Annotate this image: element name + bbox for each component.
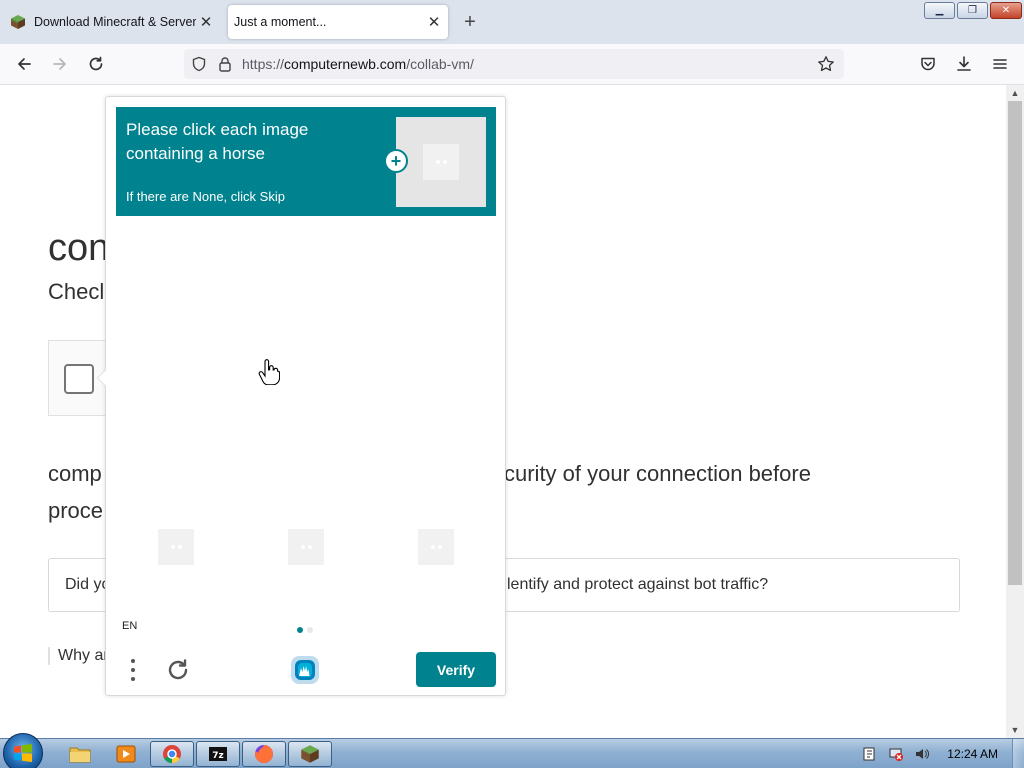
taskbar-clock[interactable]: 12:24 AM [947, 747, 998, 761]
pocket-icon[interactable] [914, 50, 942, 78]
scroll-up-arrow-icon[interactable]: ▲ [1006, 85, 1024, 101]
menu-kebab-icon[interactable] [124, 653, 142, 687]
refresh-challenge-icon[interactable] [163, 653, 193, 687]
paragraph-left-line-1: comp [48, 461, 102, 486]
tab-close-icon[interactable]: ✕ [196, 12, 216, 32]
navigation-toolbar: https://computernewb.com/collab-vm/ [0, 44, 1024, 85]
why-am-i-seeing-link[interactable]: Why ar [48, 647, 109, 665]
url-path: /collab-vm/ [406, 56, 474, 72]
faq-text-right: lentify and protect against bot traffic? [507, 576, 769, 593]
7zip-icon[interactable]: 7z [196, 741, 240, 767]
verify-button[interactable]: Verify [416, 652, 496, 687]
expand-plus-icon[interactable]: + [384, 149, 408, 173]
hcaptcha-challenge: Please click each image containing a hor… [97, 96, 506, 696]
tab-download-minecraft[interactable]: Download Minecraft & Server Software ✕ [4, 5, 220, 39]
loading-placeholder [423, 144, 459, 180]
system-tray: 12:24 AM [861, 739, 1024, 768]
human-verification-checkbox[interactable] [64, 364, 94, 394]
lock-icon[interactable] [218, 56, 232, 72]
faq-text-left: Did yo [65, 576, 111, 593]
tab-close-icon[interactable]: ✕ [424, 12, 444, 32]
menu-icon[interactable] [986, 50, 1014, 78]
image-tile-1[interactable] [158, 529, 194, 565]
close-window-button[interactable]: ✕ [990, 2, 1022, 19]
new-tab-plus-icon[interactable]: + [458, 10, 482, 34]
url-bar[interactable]: https://computernewb.com/collab-vm/ [184, 49, 844, 79]
firefox-icon[interactable] [242, 741, 286, 767]
page-indicator [297, 627, 313, 633]
chrome-icon[interactable] [150, 741, 194, 767]
page-dot [307, 627, 313, 633]
url-text[interactable]: https://computernewb.com/collab-vm/ [242, 56, 474, 72]
hand-cursor-icon [258, 359, 280, 385]
paragraph-left-line-2: proce [48, 498, 104, 523]
tab-strip: Download Minecraft & Server Software ✕ J… [0, 0, 1024, 44]
window-controls: ▁ ❐ ✕ [924, 2, 1022, 19]
image-tile-3[interactable] [418, 529, 454, 565]
minecraft-grass-block-icon [11, 15, 25, 29]
forward-arrow-icon[interactable] [46, 50, 74, 78]
minecraft-icon[interactable] [288, 741, 332, 767]
challenge-footer: Verify [106, 647, 505, 695]
url-host: computernewb.com [284, 56, 407, 72]
show-desktop-button[interactable] [1012, 739, 1024, 768]
page-subheading: Checl [48, 279, 105, 304]
vertical-scrollbar[interactable]: ▲ ▼ [1006, 85, 1024, 738]
svg-text:7z: 7z [212, 751, 224, 761]
page-heading: con [48, 227, 110, 269]
scroll-down-arrow-icon[interactable]: ▼ [1006, 722, 1024, 738]
page-dot-active [297, 627, 303, 633]
paragraph-right-line-1: curity of your connection before [504, 461, 811, 486]
prompt-subtext: If there are None, click Skip [126, 189, 285, 204]
minimize-button[interactable]: ▁ [924, 2, 955, 19]
explorer-icon[interactable] [58, 741, 102, 767]
prompt-text: Please click each image containing a hor… [126, 120, 309, 163]
tab-title: Just a moment... [234, 15, 327, 29]
start-orb-icon[interactable] [3, 733, 43, 768]
prompt-example-image[interactable] [396, 117, 486, 207]
action-center-flag-icon[interactable] [861, 745, 879, 763]
volume-icon[interactable] [913, 745, 931, 763]
image-tile-2[interactable] [288, 529, 324, 565]
challenge-prompt: Please click each image containing a hor… [116, 107, 496, 216]
back-arrow-icon[interactable] [10, 50, 38, 78]
url-scheme: https:// [242, 56, 285, 72]
hcaptcha-logo-icon[interactable] [288, 653, 322, 687]
language-selector[interactable]: EN [122, 620, 137, 632]
network-error-icon[interactable] [887, 745, 905, 763]
restore-button[interactable]: ❐ [957, 2, 988, 19]
tab-title: Download Minecraft & Server Software [34, 15, 196, 29]
scrollbar-thumb[interactable] [1008, 101, 1022, 585]
download-icon[interactable] [950, 50, 978, 78]
reload-icon[interactable] [82, 50, 110, 78]
tracking-shield-icon[interactable] [190, 55, 208, 73]
star-icon[interactable] [816, 54, 836, 74]
media-player-icon[interactable] [104, 741, 148, 767]
tab-just-a-moment[interactable]: Just a moment... ✕ [228, 5, 448, 39]
windows-taskbar: 7z 12:24 AM [0, 733, 1024, 768]
